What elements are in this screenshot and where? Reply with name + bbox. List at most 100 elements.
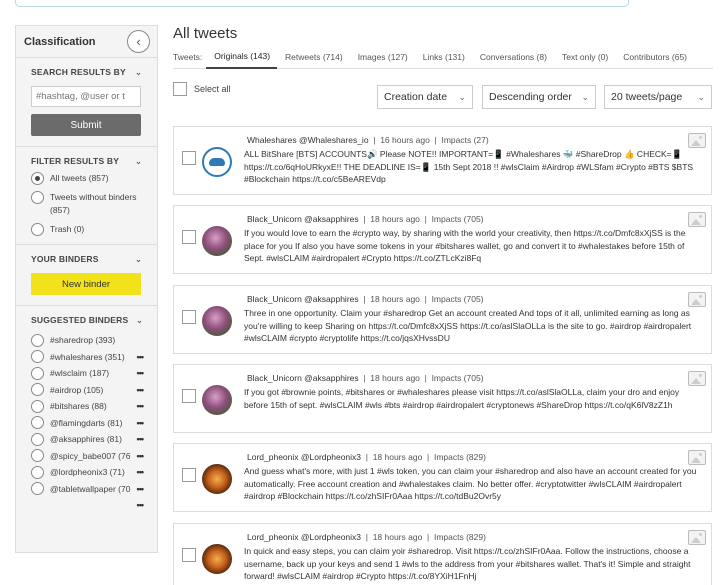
tweet-checkbox[interactable]: [182, 310, 196, 324]
suggested-binder-item[interactable]: #sharedrop (393): [31, 332, 143, 349]
radio-button[interactable]: [31, 399, 44, 413]
tweet-card[interactable]: Whaleshares @Whaleshares_io | 16 hours a…: [173, 126, 712, 195]
image-icon[interactable]: [688, 212, 706, 227]
submit-button[interactable]: Submit: [31, 114, 141, 136]
tweet-author[interactable]: Lord_pheonix @Lordpheonix3: [247, 452, 361, 462]
more-options-icon[interactable]: •••: [131, 484, 144, 494]
tweet-time[interactable]: 18 hours ago: [370, 294, 420, 304]
more-options-icon[interactable]: •••: [131, 401, 144, 411]
tweet-card[interactable]: Black_Unicorn @aksapphires | 18 hours ag…: [173, 205, 712, 274]
tweet-checkbox[interactable]: [182, 230, 196, 244]
suggested-binder-item[interactable]: @lordpheonix3 (71) •••: [31, 464, 144, 481]
image-icon[interactable]: [688, 530, 706, 545]
more-options-icon[interactable]: •••: [131, 385, 144, 395]
radio-button[interactable]: [31, 449, 44, 463]
filter-section: FILTER RESULTS BY ⌄ All tweets (857) Twee…: [16, 147, 157, 245]
radio-button[interactable]: [31, 191, 44, 204]
more-options-icon[interactable]: •••: [131, 418, 144, 428]
more-options-icon[interactable]: •••: [131, 434, 144, 444]
tweet-checkbox[interactable]: [182, 389, 196, 403]
suggested-binder-item[interactable]: @aksapphires (81) •••: [31, 431, 144, 448]
tab-retweets[interactable]: Retweets (714): [277, 52, 350, 68]
tab-links[interactable]: Links (131): [415, 52, 472, 68]
tweet-card[interactable]: Lord_pheonix @Lordpheonix3 | 18 hours ag…: [173, 523, 712, 585]
select-all-checkbox[interactable]: [173, 82, 187, 96]
suggested-section-header[interactable]: SUGGESTED BINDERS ⌄: [31, 315, 143, 325]
radio-button[interactable]: [31, 172, 44, 185]
tweet-checkbox[interactable]: [182, 468, 196, 482]
radio-button[interactable]: [31, 223, 44, 236]
search-input[interactable]: [31, 86, 141, 107]
tweet-card[interactable]: Black_Unicorn @aksapphires | 18 hours ag…: [173, 285, 712, 354]
filter-option-label: Tweets without binders (857): [50, 192, 137, 215]
radio-button[interactable]: [31, 482, 44, 496]
more-options-icon[interactable]: •••: [131, 451, 144, 461]
chevron-down-icon: ⌄: [135, 156, 142, 166]
tweet-author[interactable]: Black_Unicorn @aksapphires: [247, 214, 359, 224]
tab-images[interactable]: Images (127): [350, 52, 415, 68]
radio-button[interactable]: [31, 366, 44, 380]
tab-originals[interactable]: Originals (143): [206, 51, 278, 69]
image-icon[interactable]: [688, 292, 706, 307]
suggested-binder-item[interactable]: @flamingdarts (81) •••: [31, 415, 144, 432]
tweet-meta: Black_Unicorn @aksapphires | 18 hours ag…: [247, 294, 484, 304]
order-dropdown[interactable]: Descending order ⌄: [482, 85, 596, 109]
suggested-binder-item[interactable]: #bitshares (88) •••: [31, 398, 144, 415]
tweet-time[interactable]: 18 hours ago: [370, 373, 420, 383]
per-page-dropdown[interactable]: 20 tweets/page ⌄: [604, 85, 712, 109]
tweet-author[interactable]: Whaleshares @Whaleshares_io: [247, 135, 369, 145]
radio-button[interactable]: [31, 333, 44, 347]
tweet-checkbox[interactable]: [182, 548, 196, 562]
tweet-impacts: Impacts (829): [433, 532, 486, 542]
binders-section-header[interactable]: YOUR BINDERS ⌄: [31, 254, 142, 264]
sidebar-title: Classification: [24, 35, 96, 48]
tab-text[interactable]: Text only (0): [554, 52, 615, 68]
filter-option[interactable]: Tweets without binders (857): [31, 191, 142, 217]
binder-label: #whaleshares (351): [50, 351, 125, 362]
radio-button[interactable]: [31, 416, 44, 430]
suggested-binder-item[interactable]: @tabletwallpaper (70) •••: [31, 481, 144, 498]
suggested-binder-item[interactable]: #airdrop (105) •••: [31, 382, 144, 399]
search-section-header[interactable]: SEARCH RESULTS BY ⌄: [31, 67, 142, 77]
sort-by-dropdown[interactable]: Creation date ⌄: [377, 85, 473, 109]
tweet-author[interactable]: Black_Unicorn @aksapphires: [247, 373, 359, 383]
collapse-sidebar-button[interactable]: ‹: [127, 30, 150, 53]
image-icon[interactable]: [688, 450, 706, 465]
tweet-meta: Whaleshares @Whaleshares_io | 16 hours a…: [247, 135, 489, 145]
tweet-card[interactable]: Lord_pheonix @Lordpheonix3 | 18 hours ag…: [173, 443, 712, 512]
tab-conversations[interactable]: Conversations (8): [472, 52, 554, 68]
radio-button[interactable]: [31, 383, 44, 397]
radio-button[interactable]: [31, 465, 44, 479]
radio-button[interactable]: [31, 432, 44, 446]
tweet-time[interactable]: 18 hours ago: [373, 532, 423, 542]
filter-section-header[interactable]: FILTER RESULTS BY ⌄: [31, 156, 142, 166]
more-options-icon[interactable]: •••: [131, 500, 144, 510]
tweet-time[interactable]: 16 hours ago: [380, 135, 430, 145]
top-search-bar[interactable]: [15, 0, 629, 7]
tweet-author[interactable]: Black_Unicorn @aksapphires: [247, 294, 359, 304]
suggested-binder-item[interactable]: #wlsclaim (187) •••: [31, 365, 144, 382]
tweet-checkbox[interactable]: [182, 151, 196, 165]
separator: |: [358, 214, 371, 224]
tweet-card[interactable]: Black_Unicorn @aksapphires | 18 hours ag…: [173, 364, 712, 433]
filter-option[interactable]: Trash (0): [31, 223, 142, 236]
tweet-author[interactable]: Lord_pheonix @Lordpheonix3: [247, 532, 361, 542]
chevron-down-icon: ⌄: [135, 254, 142, 264]
image-icon[interactable]: [688, 133, 706, 148]
select-all-label: Select all: [194, 84, 231, 94]
filter-option[interactable]: All tweets (857): [31, 172, 142, 185]
select-all[interactable]: Select all: [173, 82, 231, 96]
image-icon[interactable]: [688, 371, 706, 386]
more-options-icon[interactable]: •••: [131, 467, 144, 477]
more-options-icon[interactable]: •••: [131, 368, 144, 378]
suggested-binder-item[interactable]: #whaleshares (351) •••: [31, 349, 144, 366]
more-options-icon[interactable]: •••: [131, 352, 144, 362]
radio-button[interactable]: [31, 350, 44, 364]
suggested-binder-item[interactable]: @spicy_babe007 (76) •••: [31, 448, 144, 465]
new-binder-button[interactable]: New binder: [31, 273, 141, 295]
tab-contributors[interactable]: Contributors (65): [615, 52, 694, 68]
tweet-time[interactable]: 18 hours ago: [370, 214, 420, 224]
suggested-section-title: SUGGESTED BINDERS: [31, 315, 129, 325]
tweet-time[interactable]: 18 hours ago: [373, 452, 423, 462]
binders-section-title: YOUR BINDERS: [31, 254, 99, 264]
